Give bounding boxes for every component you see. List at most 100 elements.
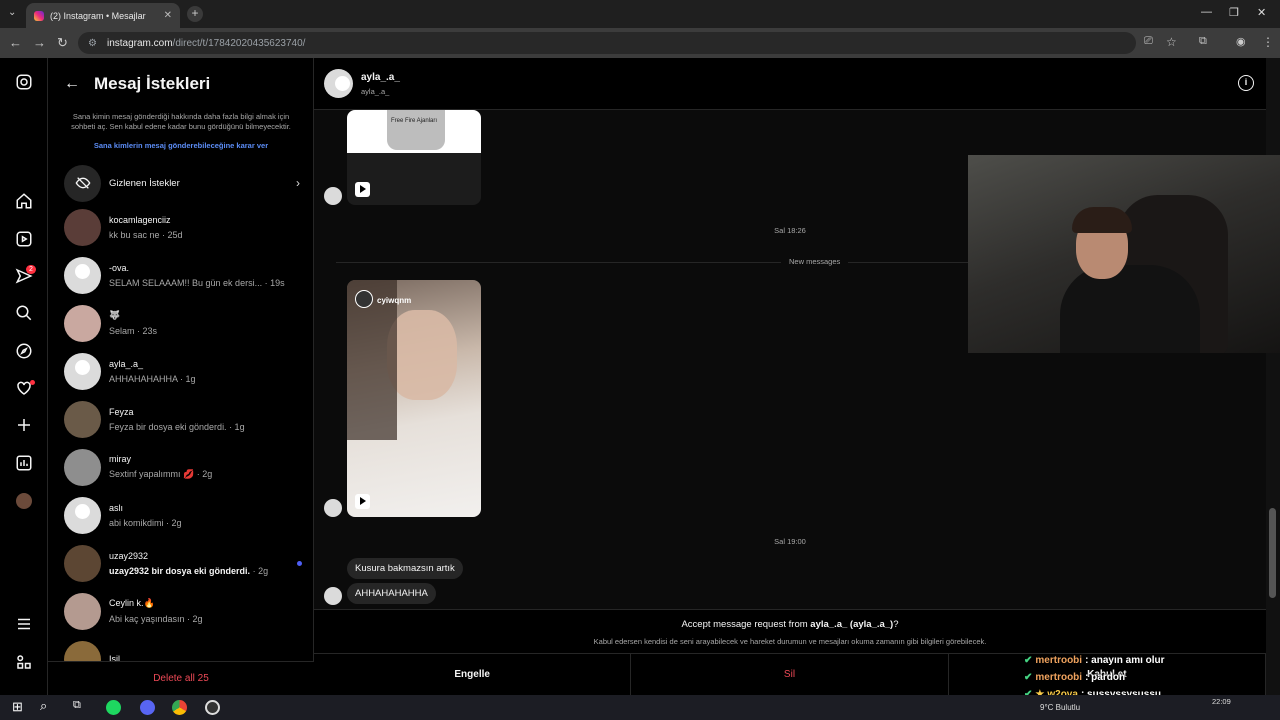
threads-apps-icon[interactable] bbox=[14, 652, 34, 672]
notification-dot bbox=[30, 380, 35, 385]
avatar bbox=[64, 400, 101, 438]
new-messages-label: New messages bbox=[781, 257, 849, 266]
create-icon[interactable] bbox=[14, 415, 34, 435]
request-item[interactable]: Feyza Feyza bir dosya eki gönderdi. · 1g bbox=[64, 398, 304, 440]
more-menu-icon[interactable] bbox=[14, 614, 34, 634]
chat-username: mertroobi bbox=[1035, 672, 1083, 683]
conversation-username: ayla_.a_ bbox=[361, 87, 390, 96]
shared-reel-1[interactable]: Free Fire Ajanları bbox=[347, 110, 481, 205]
page-scrollbar[interactable] bbox=[1266, 58, 1280, 695]
bookmark-star-icon[interactable]: ☆ bbox=[1166, 35, 1177, 49]
hidden-requests-label: Gizlenen İstekler bbox=[109, 177, 180, 189]
reel-caption: Free Fire Ajanları bbox=[390, 118, 438, 124]
cast-icon[interactable]: ⎚ bbox=[1144, 35, 1153, 48]
request-name: -ova. bbox=[109, 262, 130, 273]
message-bubble[interactable]: Kusura bakmazsın artık bbox=[347, 558, 463, 579]
delete-button[interactable]: Sil bbox=[631, 654, 949, 695]
chrome-icon[interactable] bbox=[172, 700, 187, 715]
reload-icon[interactable]: ↻ bbox=[57, 35, 68, 51]
avatar bbox=[64, 544, 101, 582]
request-text: Ceylin k.🔥 Abi kaç yaşındasın · 2g bbox=[109, 598, 304, 624]
maximize-icon[interactable]: ❐ bbox=[1229, 6, 1239, 19]
request-item[interactable]: uzay2932 uzay2932 bir dosya eki gönderdi.… bbox=[64, 542, 304, 584]
message-controls-link[interactable]: Sana kimlerin mesaj gönderebileceğine ka… bbox=[60, 141, 302, 150]
profile-avatar[interactable] bbox=[14, 491, 34, 511]
home-icon[interactable] bbox=[14, 191, 34, 211]
chat-line: ✔ mertroobi: anayın amı olur bbox=[1024, 652, 1280, 669]
request-name: miray bbox=[109, 454, 131, 464]
hidden-requests-row[interactable]: Gizlenen İstekler › bbox=[64, 164, 300, 202]
dashboard-icon[interactable] bbox=[14, 453, 34, 473]
request-name: Feyza bbox=[109, 406, 134, 417]
conversation-avatar[interactable] bbox=[324, 69, 353, 98]
new-tab-button[interactable]: + bbox=[187, 6, 203, 22]
chat-message: : pardon bbox=[1085, 672, 1126, 683]
instagram-logo-icon[interactable] bbox=[14, 72, 34, 92]
messages-badge: 2 bbox=[26, 265, 36, 274]
request-text: aslı abi komikdimi · 2g bbox=[109, 503, 304, 528]
extensions-icon[interactable]: ⧉ bbox=[1199, 35, 1207, 48]
task-view-icon[interactable]: ⧉ bbox=[73, 699, 81, 712]
tab-title: (2) Instagram • Mesajlar bbox=[50, 10, 146, 21]
accept-request-bar: Accept message request from ayla_.a_ (ay… bbox=[314, 609, 1266, 653]
avatar bbox=[64, 208, 101, 246]
url-path: /direct/t/17842020435623740/ bbox=[172, 37, 306, 49]
conversation-name[interactable]: ayla_.a_ bbox=[361, 72, 400, 83]
delete-all-button[interactable]: Delete all 25 bbox=[48, 661, 314, 695]
request-item[interactable]: Ceylin k.🔥 Abi kaç yaşındasın · 2g bbox=[64, 590, 304, 632]
obs-icon[interactable] bbox=[205, 700, 220, 715]
shared-reel-2[interactable]: cyiwqnm bbox=[347, 280, 481, 517]
chat-username: mertroobi bbox=[1035, 655, 1083, 666]
browser-tab[interactable]: (2) Instagram • Mesajlar ✕ bbox=[26, 3, 180, 28]
forward-icon[interactable]: → bbox=[33, 35, 46, 50]
scrollbar-thumb[interactable] bbox=[1269, 508, 1276, 598]
back-arrow-icon[interactable]: ← bbox=[64, 75, 80, 93]
request-preview: Sextinf yapalımmı 💋 · 2g bbox=[109, 469, 213, 479]
request-item[interactable]: miray Sextinf yapalımmı 💋 · 2g bbox=[64, 446, 304, 488]
site-settings-icon[interactable]: ⚙ bbox=[88, 38, 97, 49]
profile-icon[interactable]: ◉ bbox=[1236, 35, 1246, 48]
reels-icon[interactable] bbox=[14, 229, 34, 249]
request-text: ayla_.a_ AHHAHAHAHHA · 1g bbox=[109, 359, 304, 384]
discord-icon[interactable] bbox=[140, 700, 155, 715]
address-bar[interactable]: ⚙ instagram.com/direct/t/178420204356237… bbox=[78, 32, 1136, 54]
request-item[interactable]: -ova. SELAM SELAAAM!! Bu gün ek dersi... … bbox=[64, 254, 304, 296]
request-item[interactable]: kocamlagenciiz kk bu sac ne · 25d bbox=[64, 206, 304, 248]
search-icon[interactable] bbox=[14, 303, 34, 323]
request-preview: Selam · 23s bbox=[109, 326, 158, 336]
timestamp: Sal 19:00 bbox=[774, 537, 806, 546]
windows-start-icon[interactable]: ⊞ bbox=[12, 699, 23, 715]
conversation-pane: ayla_.a_ ayla_.a_ i Free Fire Ajanları S… bbox=[314, 58, 1266, 695]
close-tab-icon[interactable]: ✕ bbox=[164, 10, 172, 21]
request-item[interactable]: 🐺 Selam · 23s bbox=[64, 302, 304, 344]
request-name: kocamlagenciiz bbox=[109, 214, 171, 225]
explore-icon[interactable] bbox=[14, 341, 34, 361]
taskbar-search-icon[interactable]: ⌕ bbox=[40, 698, 47, 714]
chevron-right-icon: › bbox=[296, 176, 300, 190]
request-name: ayla_.a_ bbox=[109, 358, 144, 369]
request-text: 🐺 Selam · 23s bbox=[109, 310, 304, 336]
clock[interactable]: 22:09 bbox=[1212, 697, 1231, 707]
request-name: uzay2932 bbox=[109, 550, 149, 561]
request-item[interactable]: ayla_.a_ AHHAHAHAHHA · 1g bbox=[64, 350, 304, 392]
reel-user-avatar bbox=[355, 290, 373, 308]
block-button[interactable]: Engelle bbox=[314, 654, 632, 695]
info-icon[interactable]: i bbox=[1238, 75, 1254, 91]
menu-dots-icon[interactable]: ⋮ bbox=[1262, 35, 1274, 49]
close-window-icon[interactable]: ✕ bbox=[1257, 6, 1266, 19]
minimize-icon[interactable]: — bbox=[1201, 6, 1212, 18]
request-text: kocamlagenciiz kk bu sac ne · 25d bbox=[109, 215, 304, 240]
request-text: miray Sextinf yapalımmı 💋 · 2g bbox=[109, 454, 304, 480]
person-body bbox=[1060, 265, 1200, 353]
avatar bbox=[64, 496, 101, 534]
message-bubble[interactable]: AHHAHAHAHHA bbox=[347, 583, 436, 604]
request-item[interactable]: aslı abi komikdimi · 2g bbox=[64, 494, 304, 536]
request-text: Feyza Feyza bir dosya eki gönderdi. · 1g bbox=[109, 407, 304, 432]
tab-search-icon[interactable]: ⌄ bbox=[8, 7, 16, 18]
unread-dot bbox=[297, 560, 302, 566]
weather-widget[interactable]: 9°C Bulutlu bbox=[1040, 703, 1080, 712]
spotify-icon[interactable] bbox=[106, 700, 121, 715]
conversation-header: ayla_.a_ ayla_.a_ i bbox=[314, 58, 1266, 110]
back-icon[interactable]: ← bbox=[9, 35, 22, 50]
sender-avatar bbox=[324, 499, 342, 517]
